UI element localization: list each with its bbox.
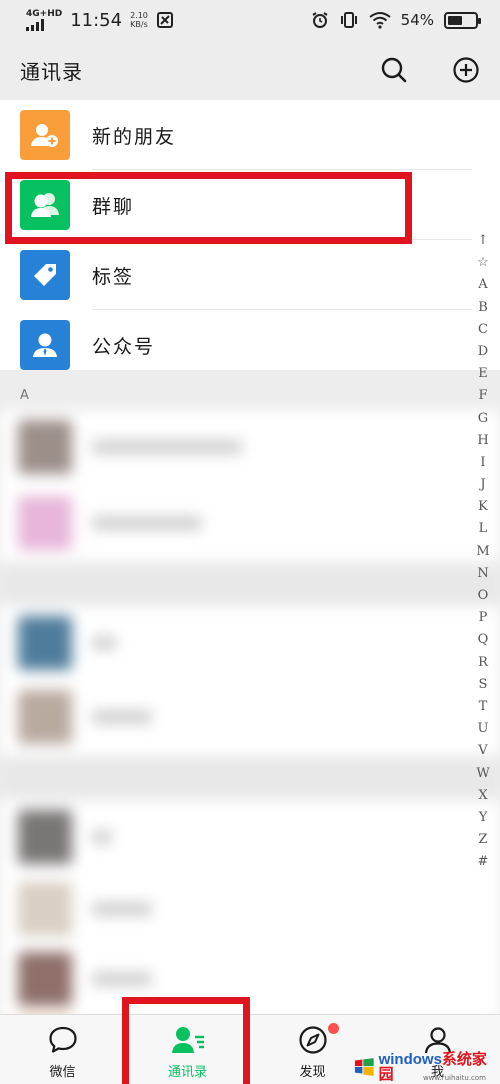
avatar [18,420,72,474]
tags-label: 标签 [92,265,135,288]
index-letter[interactable]: R [478,652,488,674]
nfc-icon [156,12,173,28]
contact-name-redacted [92,830,112,844]
index-letter[interactable]: M [476,541,489,563]
index-letter[interactable]: B [478,297,488,319]
index-letter[interactable]: S [479,674,488,696]
tab-label: 发现 [299,1065,326,1080]
signal-icon [26,18,62,31]
contact-row[interactable] [0,872,500,944]
index-letter[interactable]: Y [479,807,488,829]
watermark-url: www.ruihaitu.com [422,1074,486,1082]
index-letter[interactable]: # [478,851,489,873]
official-account-icon [20,320,70,370]
index-letter[interactable]: ☆ [477,252,489,274]
tab-chats[interactable]: 微信 [0,1015,125,1084]
compass-icon [298,1026,327,1054]
tab-label: 微信 [49,1065,76,1080]
contact-row[interactable] [0,942,500,1014]
contact-name-redacted [92,972,152,986]
official-accounts-label: 公众号 [92,335,156,358]
index-letter[interactable]: Z [478,829,487,851]
index-letter[interactable]: X [478,785,487,807]
index-letter[interactable]: F [478,385,487,407]
network-indicator: 4G+HD [26,8,63,31]
avatar [18,496,72,550]
avatar [18,690,72,744]
add-circle-icon[interactable] [452,56,480,84]
add-friend-icon [20,110,70,160]
index-letter[interactable]: E [478,363,488,385]
battery-percent: 54% [400,11,434,29]
clock: 11:54 [70,9,123,31]
wifi-icon [369,12,391,29]
battery-icon [444,11,481,29]
new-friends-item[interactable]: 新的朋友 [0,100,500,170]
index-letter[interactable]: T [479,696,488,718]
windows-logo-icon [354,1058,374,1076]
contact-name-redacted [92,902,152,916]
index-letter[interactable]: L [479,518,488,540]
contact-name-redacted [92,516,202,530]
highlight-box-contacts-tab [122,997,250,1084]
contact-name-redacted [92,440,242,454]
top-bar: 通讯录 [0,40,500,100]
network-speed: 2.10 KB/s [130,11,148,29]
new-friends-label: 新的朋友 [92,125,177,148]
status-bar: 4G+HD 11:54 2.10 KB/s 54% [0,0,500,40]
alphabet-index[interactable]: ↑ ☆ A B C D E F G H I J K L M N O P Q R S T U V W X Y Z # [474,230,492,873]
chat-bubble-icon [48,1026,77,1053]
page-title: 通讯录 [20,59,83,84]
index-letter[interactable]: G [478,408,488,430]
section-header-redacted [0,756,500,800]
avatar [18,616,72,670]
network-type: 4G+HD [26,8,63,19]
index-letter[interactable]: U [478,718,489,740]
avatar [18,952,72,1006]
index-letter[interactable]: C [478,319,488,341]
contact-row[interactable] [0,606,500,678]
index-letter[interactable]: ↑ [478,230,489,252]
battery-fill [448,15,463,25]
contact-row[interactable] [0,680,500,752]
contact-row[interactable] [0,410,500,482]
index-letter[interactable]: I [480,452,485,474]
tags-item[interactable]: 标签 [0,240,500,310]
index-letter[interactable]: Q [478,629,489,651]
contact-list-blurred [0,410,500,1020]
index-letter[interactable]: J [480,474,485,496]
vibrate-icon [340,12,357,28]
tag-icon [20,250,70,300]
avatar [18,882,72,936]
index-letter[interactable]: W [476,763,489,785]
index-letter[interactable]: A [478,274,487,296]
index-letter[interactable]: O [478,585,489,607]
contact-row[interactable] [0,800,500,872]
highlight-box-group-chat [5,172,412,244]
alarm-icon [312,12,328,28]
index-letter[interactable]: H [477,430,488,452]
index-letter[interactable]: P [479,607,488,629]
search-icon[interactable] [380,56,408,84]
index-letter[interactable]: V [478,740,487,762]
index-letter[interactable]: K [478,496,488,518]
index-letter[interactable]: N [477,563,488,585]
section-letter: A [20,388,29,403]
section-header-redacted [0,562,500,606]
contact-name-redacted [92,636,116,650]
contact-row[interactable] [0,486,500,558]
watermark: windows系统家园 www.ruihaitu.com [354,1052,494,1082]
index-letter[interactable]: D [478,341,488,363]
contact-name-redacted [92,710,152,724]
avatar [18,810,72,864]
notification-dot [328,1023,339,1034]
